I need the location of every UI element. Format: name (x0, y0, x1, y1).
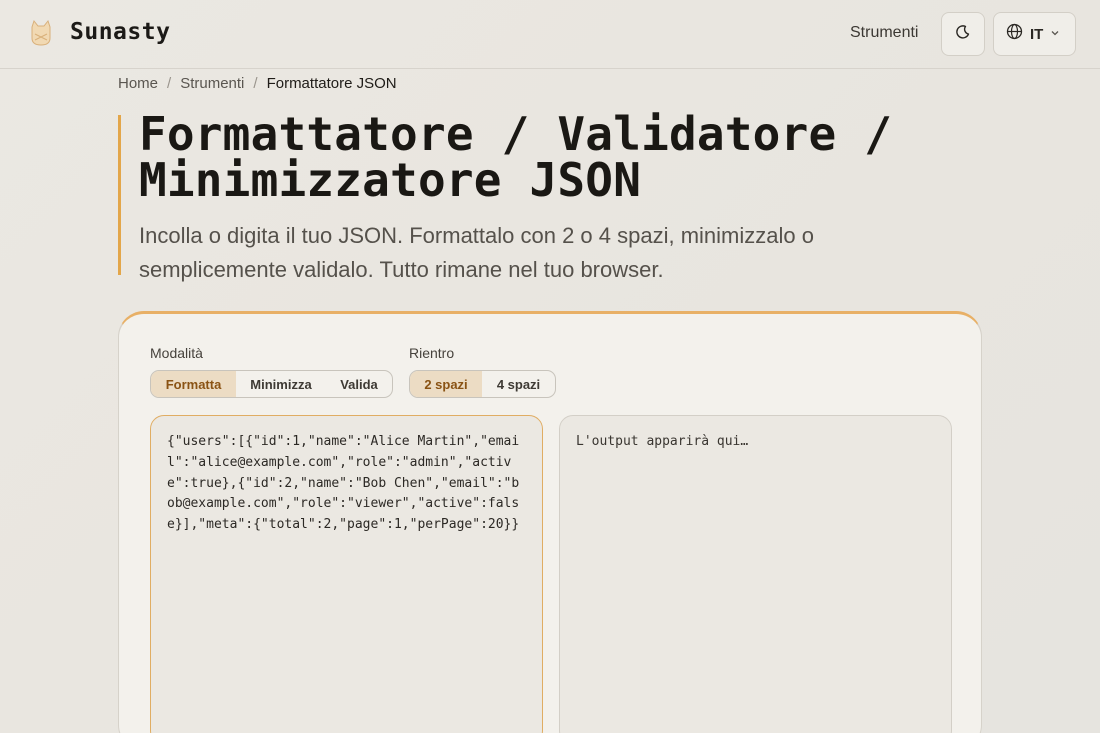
brand-name[interactable]: Sunasty (70, 19, 170, 45)
theme-toggle-button[interactable] (941, 12, 985, 56)
globe-icon (1006, 23, 1023, 45)
moon-icon (955, 24, 971, 45)
breadcrumb: Home / Strumenti / Formattatore JSON (118, 75, 397, 92)
mode-label: Modalità (150, 345, 203, 361)
mode-option-minify[interactable]: Minimizza (236, 371, 326, 397)
breadcrumb-home[interactable]: Home (118, 75, 158, 92)
cat-logo-icon[interactable] (26, 18, 56, 48)
mode-option-format[interactable]: Formatta (151, 371, 236, 397)
chevron-down-icon (1050, 25, 1060, 43)
page-description: Incolla o digita il tuo JSON. Formattalo… (139, 223, 814, 282)
breadcrumb-separator: / (167, 75, 172, 92)
breadcrumb-separator: / (253, 75, 258, 92)
breadcrumb-current: Formattatore JSON (266, 75, 397, 92)
indent-label: Rientro (409, 345, 455, 361)
page-hero: Formattatore / Validatore / Minimizzator… (118, 111, 918, 282)
tool-card: Modalità Formatta Minimizza Valida Rient… (118, 311, 982, 733)
language-code: IT (1030, 25, 1044, 43)
json-output-area[interactable]: L'output apparirà qui… (559, 415, 952, 733)
page-title-line2: Minimizzatore JSON (139, 153, 642, 207)
page-title: Formattatore / Validatore / Minimizzator… (139, 111, 918, 203)
top-header: Sunasty Strumenti IT (0, 0, 1100, 69)
indent-option-2[interactable]: 2 spazi (410, 371, 482, 397)
nav-link-tools[interactable]: Strumenti (850, 24, 918, 42)
indent-selector: 2 spazi 4 spazi (409, 370, 556, 398)
breadcrumb-tools[interactable]: Strumenti (180, 75, 244, 92)
json-input-textarea[interactable]: {"users":[{"id":1,"name":"Alice Martin",… (150, 415, 543, 733)
language-selector[interactable]: IT (993, 12, 1076, 56)
mode-option-validate[interactable]: Valida (326, 371, 392, 397)
mode-selector: Formatta Minimizza Valida (150, 370, 393, 398)
indent-option-4[interactable]: 4 spazi (482, 371, 555, 397)
